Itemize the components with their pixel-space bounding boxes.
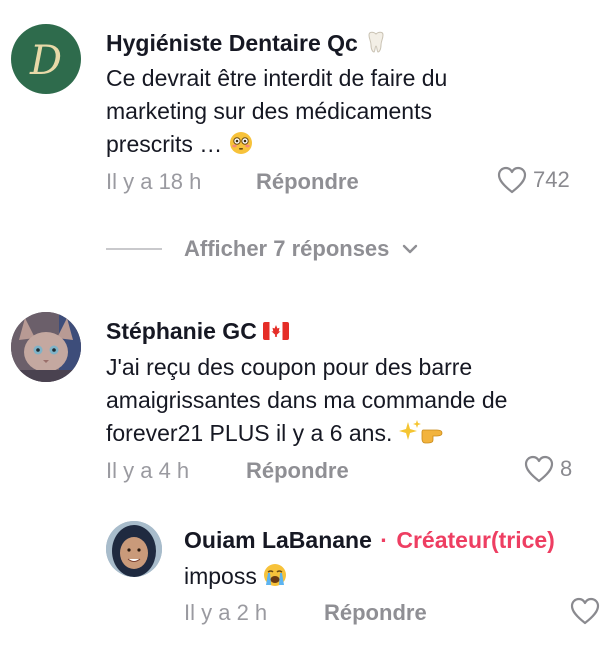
reply-button[interactable]: Répondre xyxy=(324,600,427,626)
loudly-crying-emoji xyxy=(264,564,287,586)
comment-timestamp: Il y a 18 h xyxy=(106,169,202,194)
comment-line: prescrits … xyxy=(106,131,223,157)
heart-icon xyxy=(497,166,527,194)
reply-author-line: Ouiam LaBanane · Créateur(trice) xyxy=(184,527,555,554)
reply-timestamp: Il y a 2 h xyxy=(184,600,268,625)
comment-line: Ce devrait être interdit de faire du xyxy=(106,65,448,91)
flushed-face-emoji xyxy=(229,132,252,154)
heart-icon xyxy=(570,597,600,625)
sparkles-pointing-emoji xyxy=(398,420,443,444)
canada-flag-icon xyxy=(263,322,290,340)
comment-text: J'ai reçu des coupon pour des barre amai… xyxy=(106,351,596,450)
reply-button[interactable]: Répondre xyxy=(256,169,359,195)
like-button[interactable]: 742 xyxy=(497,166,570,194)
cat-avatar-image xyxy=(11,312,81,382)
avatar[interactable] xyxy=(106,521,162,577)
chevron-down-icon xyxy=(403,244,418,254)
comment-line: marketing sur des médicaments xyxy=(106,98,432,124)
comment-author[interactable]: Stéphanie GC xyxy=(106,318,290,345)
reply-text-content: imposs xyxy=(184,563,257,589)
comment-timestamp: Il y a 4 h xyxy=(106,458,190,483)
divider xyxy=(106,248,162,250)
reply-button[interactable]: Répondre xyxy=(246,458,349,484)
comment-line: forever21 PLUS il y a 6 ans. xyxy=(106,420,393,446)
avatar[interactable] xyxy=(11,312,81,382)
heart-icon xyxy=(524,455,554,483)
tooth-icon xyxy=(368,31,384,53)
view-replies-button[interactable]: Afficher 7 réponses xyxy=(106,236,421,262)
user-photo-avatar xyxy=(106,521,162,577)
author-name[interactable]: Stéphanie GC xyxy=(106,318,257,344)
comment-author[interactable]: Hygiéniste Dentaire Qc xyxy=(106,30,388,57)
author-name[interactable]: Ouiam LaBanane xyxy=(184,527,372,553)
like-button[interactable] xyxy=(570,597,600,625)
comment-line: amaigrissantes dans ma commande de xyxy=(106,387,508,413)
author-name[interactable]: Hygiéniste Dentaire Qc xyxy=(106,30,358,56)
view-replies-label: Afficher 7 réponses xyxy=(184,236,390,261)
monogram-logo-icon: D xyxy=(29,38,62,84)
comment-text: Ce devrait être interdit de faire du mar… xyxy=(106,62,586,161)
comment-line: J'ai reçu des coupon pour des barre xyxy=(106,354,473,380)
like-count: 8 xyxy=(560,456,573,481)
creator-badge: Créateur(trice) xyxy=(396,527,555,553)
avatar[interactable]: D xyxy=(11,24,81,94)
svg-text:D: D xyxy=(29,38,62,84)
separator-dot: · xyxy=(380,527,388,553)
like-count: 742 xyxy=(533,167,570,192)
reply-text: imposs xyxy=(184,560,287,593)
like-button[interactable]: 8 xyxy=(524,455,572,483)
